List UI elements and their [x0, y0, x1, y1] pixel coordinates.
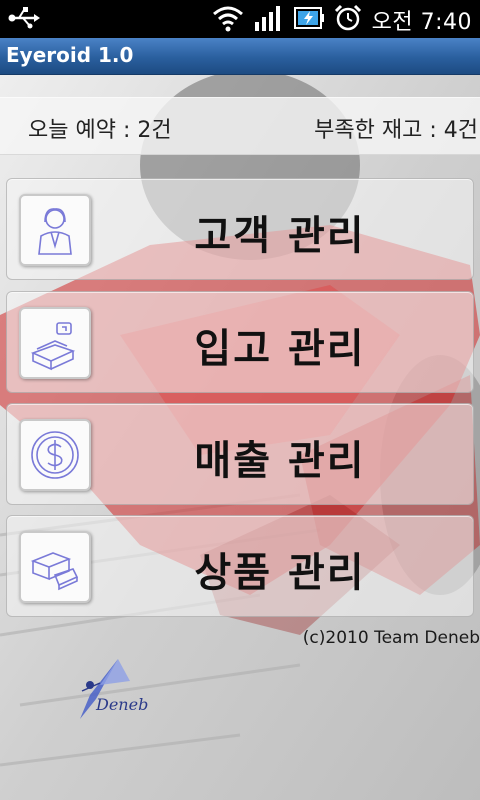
signal-icon — [254, 4, 284, 36]
usb-icon — [8, 7, 42, 35]
status-bar: 오전 7:40 — [0, 0, 480, 38]
product-icon — [19, 531, 91, 603]
sales-icon — [19, 419, 91, 491]
battery-charging-icon — [293, 5, 324, 35]
receiving-management-button[interactable]: 입고 관리 — [6, 291, 474, 393]
customer-management-button[interactable]: 고객 관리 — [6, 178, 474, 280]
summary-bar: 오늘 예약 : 2건 부족한 재고 : 4건 — [0, 97, 480, 155]
title-bar: Eyeroid 1.0 — [0, 38, 480, 75]
receiving-icon — [19, 307, 91, 379]
alarm-icon — [334, 4, 362, 36]
product-management-button[interactable]: 상품 관리 — [6, 515, 474, 617]
app-title: Eyeroid 1.0 — [6, 43, 134, 67]
menu-label: 상품 관리 — [194, 550, 366, 596]
customer-icon — [19, 194, 91, 266]
logo-text: Deneb — [96, 695, 149, 714]
menu-label: 매출 관리 — [194, 438, 366, 484]
menu-label: 고객 관리 — [194, 213, 366, 259]
wifi-icon — [212, 4, 244, 36]
deneb-logo — [70, 655, 150, 729]
copyright-text: (c)2010 Team Deneb — [302, 628, 480, 648]
clock-text: 오전 7:40 — [371, 10, 472, 35]
sales-management-button[interactable]: 매출 관리 — [6, 403, 474, 505]
menu-label: 입고 관리 — [194, 326, 366, 372]
reservation-count: 오늘 예약 : 2건 — [28, 118, 172, 143]
low-stock-count: 부족한 재고 : 4건 — [314, 118, 478, 143]
